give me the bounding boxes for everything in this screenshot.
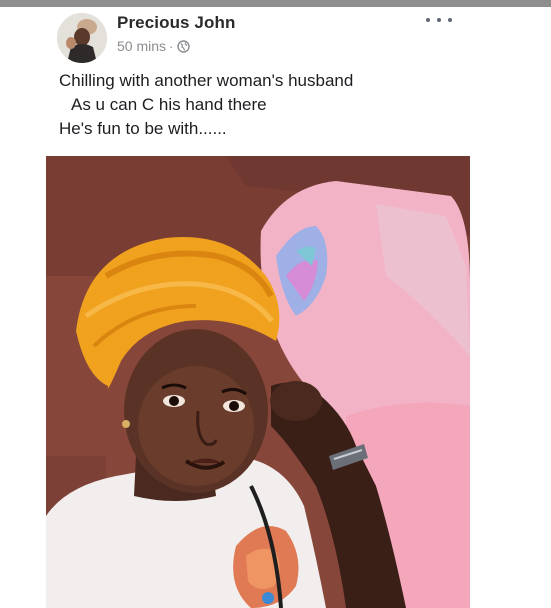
timestamp[interactable]: 50 mins [117,38,166,54]
more-options-icon[interactable] [426,13,452,27]
post-caption: Chilling with another woman's husband As… [59,69,479,141]
caption-line: He's fun to be with...... [59,119,227,138]
author-name[interactable]: Precious John [117,13,235,33]
avatar[interactable] [57,13,107,63]
caption-line: Chilling with another woman's husband [59,71,354,90]
meta-separator: · [169,38,174,54]
post-meta: 50 mins · [117,38,191,54]
top-border [0,0,551,7]
globe-icon [177,39,191,53]
caption-line: As u can C his hand there [71,95,267,114]
post-photo[interactable] [46,156,470,608]
facebook-post: Precious John 50 mins · Chilling with an… [0,7,551,608]
